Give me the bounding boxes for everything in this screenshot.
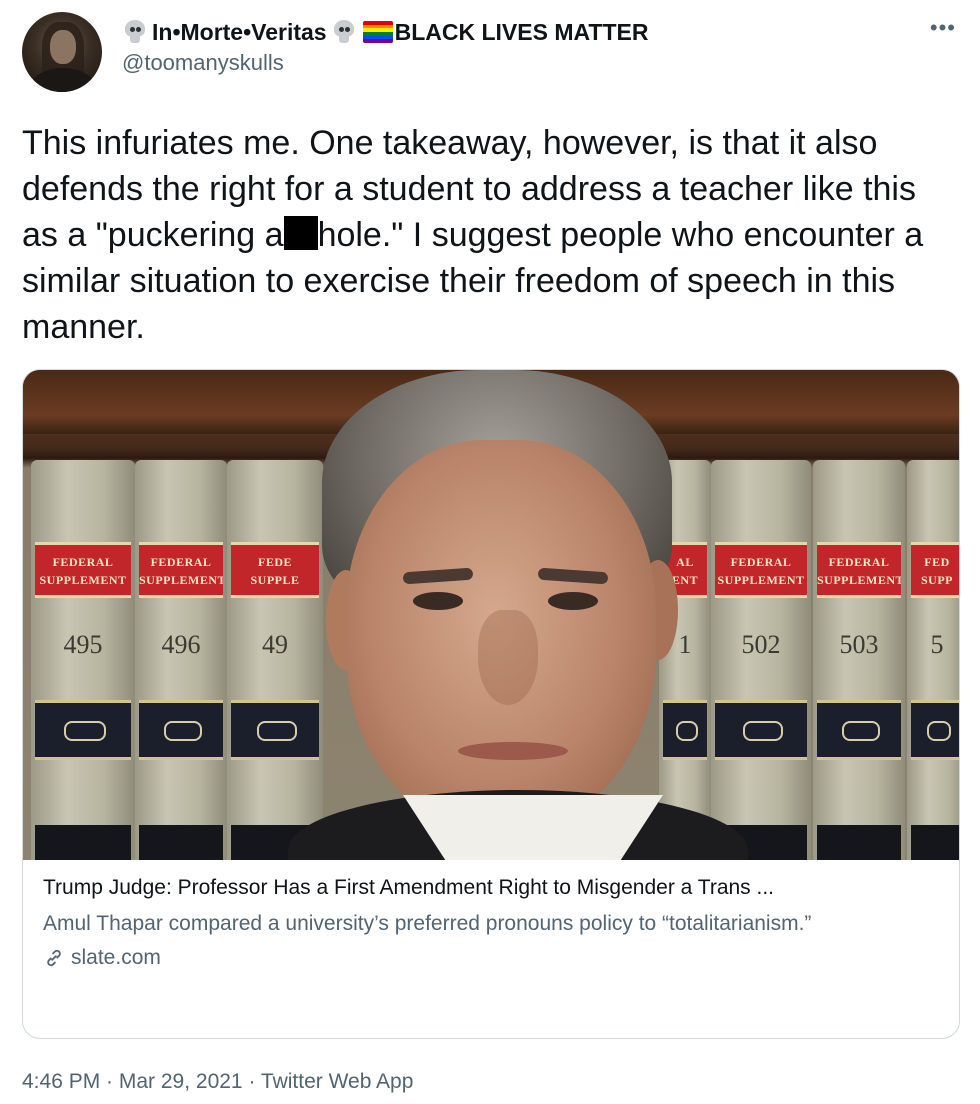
link-preview-card[interactable]: FEDERAL SUPPLEMENT 495 FEDERAL SUPPLEMENT …	[22, 369, 960, 1039]
card-image[interactable]: FEDERAL SUPPLEMENT 495 FEDERAL SUPPLEMENT …	[23, 370, 959, 860]
law-book: FED SUPP 5	[907, 460, 959, 860]
display-name-text: In•Morte•Veritas	[152, 19, 327, 45]
skull-icon	[331, 19, 357, 45]
card-meta[interactable]: Trump Judge: Professor Has a First Amend…	[23, 860, 959, 970]
rainbow-flag-icon	[362, 21, 393, 43]
card-domain[interactable]: slate.com	[43, 946, 939, 970]
author-info: In•Morte•Veritas BLACK LIVES MATTER @too…	[122, 18, 648, 76]
law-book: FEDERAL SUPPLEMENT 502	[711, 460, 811, 860]
card-domain-text: slate.com	[71, 946, 161, 969]
law-book: FEDERAL SUPPLEMENT 495	[31, 460, 135, 860]
redaction-block	[283, 216, 318, 250]
law-book: FEDERAL SUPPLEMENT 503	[813, 460, 905, 860]
tweet-header: In•Morte•Veritas BLACK LIVES MATTER @too…	[22, 12, 962, 94]
avatar[interactable]	[22, 12, 102, 92]
display-name[interactable]: In•Morte•Veritas BLACK LIVES MATTER	[122, 18, 648, 46]
user-handle[interactable]: @toomanyskulls	[122, 50, 648, 76]
skull-icon	[122, 19, 148, 45]
card-description: Amul Thapar compared a university’s pref…	[43, 912, 812, 935]
link-icon	[47, 949, 61, 967]
more-options-icon[interactable]: •••	[930, 17, 956, 39]
display-name-suffix: BLACK LIVES MATTER	[394, 19, 649, 45]
tweet-timestamp[interactable]: 4:46 PM · Mar 29, 2021 · Twitter Web App	[22, 1070, 413, 1094]
law-book: FEDERAL SUPPLEMENT 496	[135, 460, 227, 860]
card-title[interactable]: Trump Judge: Professor Has a First Amend…	[43, 874, 939, 902]
portrait-subject	[288, 370, 748, 860]
tweet-text: This infuriates me. One takeaway, howeve…	[22, 120, 952, 350]
